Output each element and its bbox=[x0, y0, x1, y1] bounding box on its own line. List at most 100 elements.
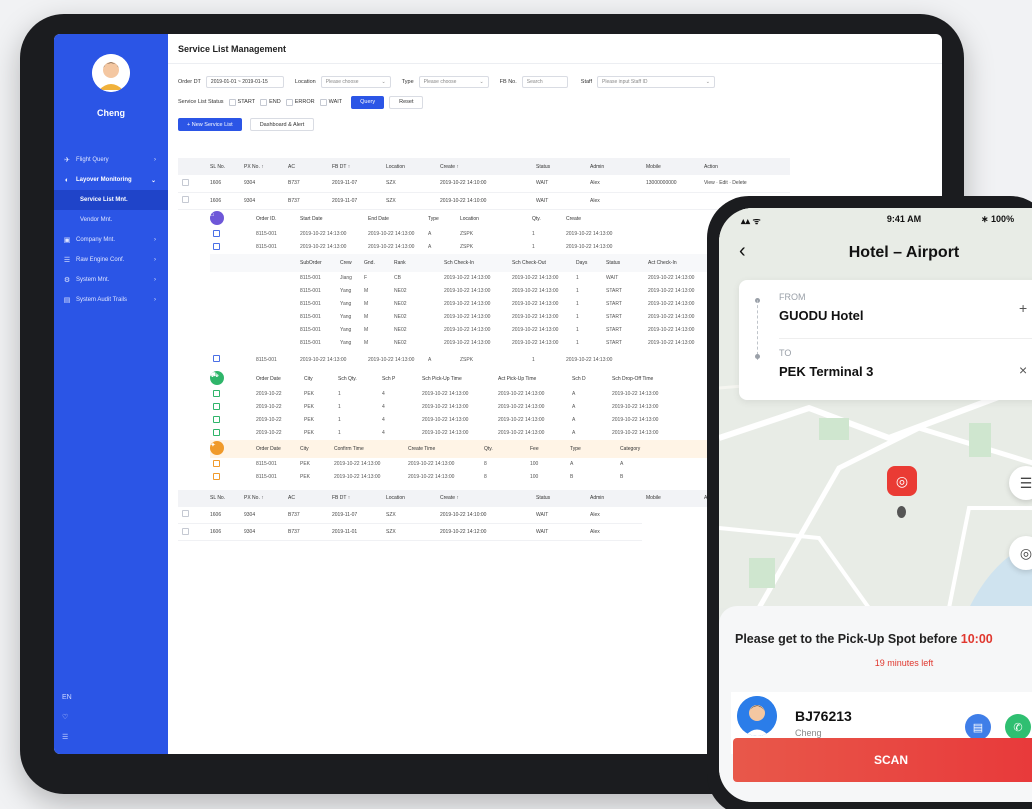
row-doc-icon[interactable] bbox=[213, 242, 220, 250]
column-header[interactable]: Category bbox=[620, 446, 670, 452]
column-header[interactable]: Admin bbox=[586, 489, 642, 507]
column-header[interactable]: Sch P bbox=[382, 376, 422, 382]
column-header[interactable]: Create ↑ bbox=[436, 158, 532, 175]
row-doc-icon[interactable] bbox=[213, 472, 220, 480]
dashboard-alert-button[interactable]: Dashboard & Alert bbox=[249, 118, 315, 131]
sidebar-item[interactable]: Service List Mnt. bbox=[54, 190, 168, 210]
column-header[interactable]: Sch Drop-Off Time bbox=[612, 376, 692, 382]
row-doc-icon[interactable] bbox=[213, 389, 220, 397]
sidebar-item[interactable]: ▣ Company Mnt. › bbox=[54, 230, 168, 250]
date-range-input[interactable]: 2019-01-01 ~ 2019-01-15 bbox=[205, 76, 284, 88]
column-header[interactable]: PX No. ↑ bbox=[240, 489, 284, 507]
add-stop-icon[interactable]: + bbox=[1019, 300, 1027, 316]
column-header[interactable]: City bbox=[300, 446, 334, 452]
column-header[interactable]: FB DT ↑ bbox=[328, 158, 382, 175]
row-doc-icon[interactable] bbox=[213, 355, 220, 362]
column-header[interactable]: Location bbox=[382, 489, 436, 507]
column-header[interactable]: Fee bbox=[530, 446, 570, 452]
status-start-checkbox[interactable]: START bbox=[228, 98, 255, 106]
column-header[interactable]: Act Pick-Up Time bbox=[498, 376, 572, 382]
row-doc-icon[interactable] bbox=[213, 459, 220, 467]
sidebar-item[interactable]: Vendor Mnt. bbox=[54, 210, 168, 230]
row-checkbox-icon[interactable] bbox=[182, 510, 189, 518]
language-switch[interactable]: EN bbox=[62, 688, 72, 708]
column-header[interactable]: Order ID. bbox=[256, 216, 300, 222]
expand-icon[interactable] bbox=[178, 192, 206, 210]
reset-button[interactable]: Reset bbox=[389, 95, 424, 109]
column-header[interactable]: AC bbox=[284, 158, 328, 175]
column-header[interactable]: Qty. bbox=[484, 446, 530, 452]
column-header[interactable]: Mobile bbox=[642, 489, 700, 507]
table-row[interactable]: 1606 9304 B737 2019-11-07 SZX 2019-10-22 14:1… bbox=[178, 192, 790, 210]
column-header[interactable]: Create ↑ bbox=[436, 489, 532, 507]
to-value[interactable]: PEK Terminal 3 bbox=[779, 364, 873, 379]
column-header[interactable]: Qty. bbox=[532, 216, 566, 222]
column-header[interactable]: Type bbox=[570, 446, 620, 452]
close-icon[interactable]: × bbox=[1019, 362, 1027, 378]
column-header[interactable]: SL No. bbox=[206, 489, 240, 507]
row-doc-icon[interactable] bbox=[213, 415, 220, 423]
column-header[interactable]: Crew bbox=[340, 260, 364, 266]
column-header[interactable]: Status bbox=[606, 260, 648, 266]
row-checkbox-icon[interactable] bbox=[182, 527, 189, 535]
status-error-checkbox[interactable]: ERROR bbox=[285, 98, 315, 106]
sidebar-item[interactable]: ▤ System Audit Trails › bbox=[54, 290, 168, 310]
column-header[interactable]: AC bbox=[284, 489, 328, 507]
message-button[interactable]: ▤ bbox=[965, 714, 991, 740]
expand-icon[interactable] bbox=[178, 506, 206, 524]
column-header[interactable]: Location bbox=[460, 216, 532, 222]
sidebar-item[interactable]: ◐ Layover Monitoring ⌄ bbox=[54, 170, 168, 190]
from-value[interactable]: GUODU Hotel bbox=[779, 308, 864, 323]
row-checkbox-icon[interactable] bbox=[182, 196, 189, 203]
query-button[interactable]: Query bbox=[351, 95, 385, 109]
row-doc-icon[interactable] bbox=[213, 402, 220, 410]
map-view[interactable]: ◎ bbox=[719, 208, 1032, 610]
call-button[interactable]: ✆ bbox=[1005, 714, 1031, 740]
column-header[interactable]: Days bbox=[576, 260, 606, 266]
column-header[interactable]: SL No. bbox=[206, 158, 240, 175]
column-header[interactable]: Status bbox=[532, 489, 586, 507]
sidebar-item[interactable]: ✈ Flight Query › bbox=[54, 150, 168, 170]
column-header[interactable]: Mobile bbox=[642, 158, 700, 175]
status-wait-checkbox[interactable]: WAIT bbox=[319, 98, 342, 106]
table-row[interactable]: 1606 9304 B737 2019-11-01 SZX 2019-10-22 14:1… bbox=[178, 523, 790, 541]
column-header[interactable]: Sch Check-In bbox=[444, 260, 512, 266]
column-header[interactable]: Gnd. bbox=[364, 260, 394, 266]
table-row[interactable]: 1606 9304 B737 2019-11-07 SZX 2019-10-22 14:1… bbox=[178, 506, 790, 524]
column-header[interactable]: Confirm Time bbox=[334, 446, 408, 452]
column-header[interactable]: Sch D bbox=[572, 376, 612, 382]
column-header[interactable]: Create Time bbox=[408, 446, 484, 452]
favorite-icon[interactable]: ♡ bbox=[62, 708, 72, 728]
new-service-list-button[interactable]: + New Service List bbox=[178, 118, 242, 131]
row-checkbox-icon[interactable] bbox=[182, 178, 189, 186]
row-doc-icon[interactable] bbox=[213, 428, 220, 436]
table-row[interactable]: 1606 9304 B737 2019-11-07 SZX 2019-10-22 14:1… bbox=[178, 175, 790, 193]
column-header[interactable]: End Date bbox=[368, 216, 428, 222]
column-header[interactable]: Order Date bbox=[256, 446, 300, 452]
user-avatar[interactable] bbox=[92, 54, 130, 92]
column-header[interactable]: Order Date bbox=[256, 376, 304, 382]
location-select[interactable]: Please choose ⌄ bbox=[320, 76, 391, 88]
expand-icon[interactable] bbox=[178, 523, 206, 541]
column-header[interactable]: Sch Pick-Up Time bbox=[422, 376, 498, 382]
column-header[interactable]: Admin bbox=[586, 158, 642, 175]
fb-search-input[interactable]: Search bbox=[521, 76, 568, 88]
column-header[interactable]: Status bbox=[532, 158, 586, 175]
expand-icon[interactable] bbox=[178, 175, 206, 193]
column-header[interactable]: FB DT ↑ bbox=[328, 489, 382, 507]
column-header[interactable]: Location bbox=[382, 158, 436, 175]
column-header[interactable]: Sch Qty. bbox=[338, 376, 382, 382]
row-doc-icon[interactable] bbox=[213, 229, 220, 237]
sidebar-item[interactable]: ⚙ System Mnt. › bbox=[54, 270, 168, 290]
column-header[interactable]: Type bbox=[428, 216, 460, 222]
column-header[interactable]: PX No. ↑ bbox=[240, 158, 284, 175]
column-header[interactable]: Rank bbox=[394, 260, 444, 266]
menu-icon[interactable]: ☰ bbox=[62, 728, 72, 748]
column-header[interactable]: City bbox=[304, 376, 338, 382]
column-header[interactable]: Start Date bbox=[300, 216, 368, 222]
type-select[interactable]: Please choose ⌄ bbox=[418, 76, 489, 88]
column-header[interactable]: Action bbox=[700, 158, 790, 175]
staff-input[interactable]: Please input Staff ID ⌄ bbox=[597, 76, 715, 88]
status-end-checkbox[interactable]: END bbox=[260, 98, 281, 106]
column-header[interactable]: Create bbox=[566, 216, 646, 222]
